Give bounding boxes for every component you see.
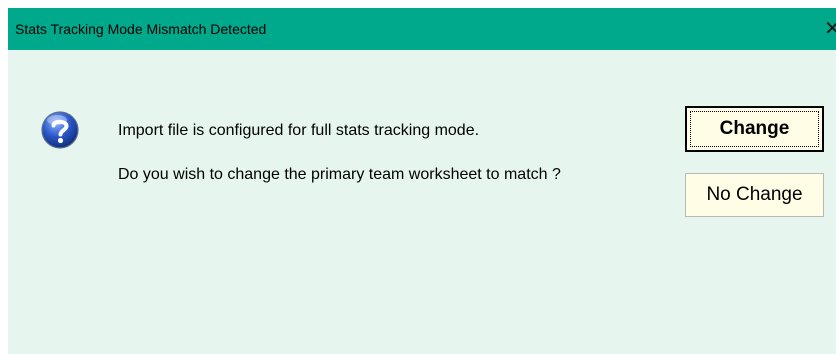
dialog-window: Stats Tracking Mode Mismatch Detected ✕ … xyxy=(8,8,836,354)
no-change-button[interactable]: No Change xyxy=(685,173,824,217)
message-line-2: Do you wish to change the primary team w… xyxy=(118,166,561,183)
title-bar: Stats Tracking Mode Mismatch Detected ✕ xyxy=(8,8,836,50)
change-button-label: Change xyxy=(690,111,819,147)
dialog-title: Stats Tracking Mode Mismatch Detected xyxy=(15,21,267,37)
close-button[interactable]: ✕ xyxy=(822,8,836,50)
close-icon: ✕ xyxy=(824,18,836,40)
change-button[interactable]: Change xyxy=(685,106,824,152)
question-icon xyxy=(41,111,79,149)
message-line-1: Import file is configured for full stats… xyxy=(118,122,480,139)
